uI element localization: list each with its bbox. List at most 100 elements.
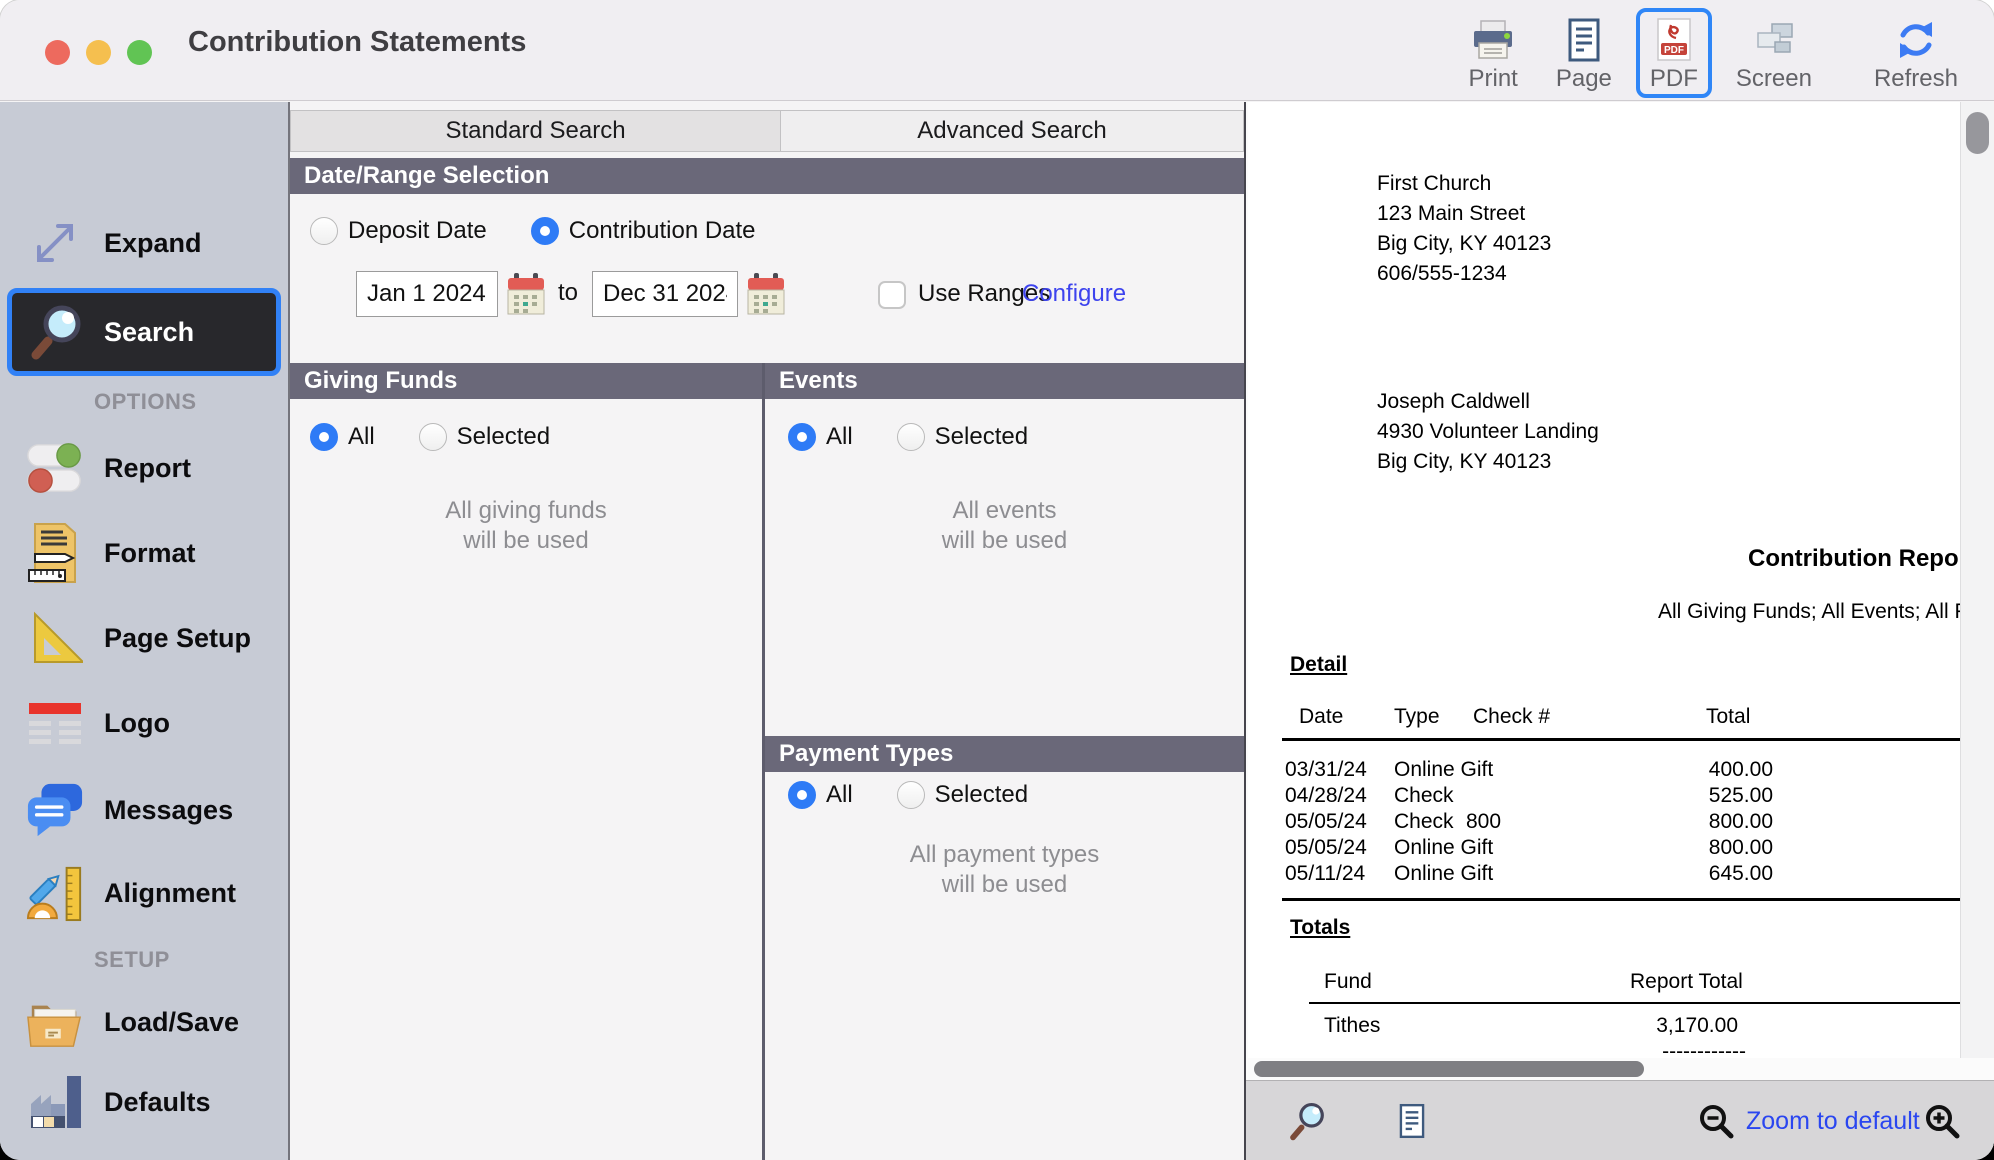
- sidebar-item-label: Messages: [104, 794, 234, 825]
- col-total: Total: [1706, 705, 1751, 728]
- fullscreen-button[interactable]: [127, 40, 152, 65]
- col-type: Type: [1394, 705, 1440, 728]
- sidebar-item-expand[interactable]: Expand: [0, 211, 288, 275]
- refresh-label: Refresh: [1873, 65, 1958, 92]
- sidebar-item-label: Search: [104, 316, 195, 347]
- sidebar-item-label: Page Setup: [104, 622, 252, 653]
- pdf-button[interactable]: PDF PDF: [1635, 8, 1712, 98]
- church-city: Big City, KY 40123: [1377, 232, 1552, 255]
- document-pencil-icon: [26, 523, 84, 583]
- sidebar-item-logo[interactable]: Logo: [0, 691, 288, 755]
- detail-heading: Detail: [1290, 653, 1348, 676]
- deposit-date-radio[interactable]: [310, 217, 338, 245]
- page-label: Page: [1555, 65, 1612, 92]
- report-page: First Church 123 Main Street Big City, K…: [1248, 102, 1960, 1058]
- zoom-out-icon[interactable]: [1694, 1099, 1738, 1143]
- sidebar-item-load-save[interactable]: Load/Save: [0, 990, 288, 1054]
- payment-types-selected-radio[interactable]: [896, 781, 925, 809]
- refresh-icon: [1892, 16, 1940, 64]
- page-title: Contribution Statements: [188, 26, 527, 58]
- payment-types-section-header: Payment Types: [765, 736, 1244, 772]
- close-button[interactable]: [45, 40, 70, 65]
- sidebar-item-search[interactable]: Search: [7, 288, 281, 376]
- giving-funds-all-radio[interactable]: [310, 423, 338, 451]
- detail-bottom-rule: [1282, 898, 1960, 901]
- screen-label: Screen: [1735, 65, 1812, 92]
- detail-header-rule: [1282, 738, 1960, 741]
- chat-bubbles-icon: [26, 781, 84, 839]
- folder-icon: [26, 993, 84, 1051]
- to-date-input[interactable]: [592, 271, 738, 317]
- magnifier-icon: [28, 303, 86, 361]
- page-view-icon[interactable]: [1390, 1099, 1434, 1143]
- giving-funds-all-label: All: [348, 423, 375, 450]
- sidebar-item-label: Load/Save: [104, 1006, 240, 1037]
- print-button[interactable]: Print: [1454, 8, 1531, 98]
- contribution-statements-window: Contribution Statements Print Page PDF P…: [0, 0, 1994, 1160]
- sidebar-item-alignment[interactable]: Alignment: [0, 861, 288, 925]
- sidebar-item-report[interactable]: Report: [0, 436, 288, 500]
- tab-bar: Standard Search Advanced Search: [290, 110, 1244, 152]
- sidebar-item-label: Defaults: [104, 1086, 211, 1117]
- payment-types-all-label: All: [826, 781, 853, 808]
- totals-col-fund: Fund: [1324, 970, 1372, 993]
- date-range-section-header: Date/Range Selection: [290, 158, 1244, 194]
- col-check: Check #: [1473, 705, 1551, 728]
- refresh-button[interactable]: Refresh: [1860, 8, 1972, 98]
- page-icon: [1560, 16, 1608, 64]
- expand-arrows-icon: [26, 214, 84, 272]
- contribution-date-radio[interactable]: [530, 217, 559, 245]
- events-all-radio[interactable]: [788, 423, 816, 451]
- magnifier-tool-icon[interactable]: [1286, 1099, 1330, 1143]
- church-name: First Church: [1377, 172, 1492, 195]
- payment-types-all-radio[interactable]: [788, 781, 816, 809]
- sidebar-item-label: Alignment: [104, 877, 236, 908]
- vertical-scrollbar[interactable]: [1960, 102, 1994, 1058]
- zoom-to-default-link[interactable]: Zoom to default: [1746, 1107, 1920, 1136]
- minimize-button[interactable]: [86, 40, 111, 65]
- totals-header-rule: [1309, 1002, 1960, 1004]
- payment-types-helper-text: All payment types will be used: [909, 841, 1100, 898]
- page-button[interactable]: Page: [1542, 8, 1626, 98]
- sidebar-item-messages[interactable]: Messages: [0, 778, 288, 842]
- set-square-icon: [26, 609, 84, 667]
- giving-funds-section-header: Giving Funds: [290, 363, 762, 399]
- search-panel: Standard Search Advanced Search Date/Ran…: [290, 102, 1244, 1160]
- totals-col-total: Report Total: [1630, 970, 1743, 993]
- vertical-scrollbar-thumb[interactable]: [1966, 112, 1989, 154]
- tab-standard-search[interactable]: Standard Search: [290, 110, 780, 152]
- events-helper-text: All events will be used: [941, 497, 1068, 554]
- horizontal-scrollbar-thumb[interactable]: [1254, 1061, 1644, 1077]
- payment-types-selected-label: Selected: [934, 781, 1029, 808]
- giving-funds-selected-label: Selected: [456, 423, 551, 450]
- sidebar: Expand Search OPTIONS Report Format Page…: [0, 102, 290, 1160]
- title-bar: Contribution Statements Print Page PDF P…: [0, 0, 1994, 101]
- print-label: Print: [1468, 65, 1518, 92]
- tab-advanced-search[interactable]: Advanced Search: [780, 110, 1244, 152]
- use-ranges-checkbox[interactable]: [878, 281, 906, 309]
- giving-funds-helper-text: All giving funds will be used: [445, 497, 607, 554]
- sidebar-item-page-setup[interactable]: Page Setup: [0, 606, 288, 670]
- to-calendar-icon[interactable]: [746, 272, 786, 316]
- giving-funds-selected-radio[interactable]: [418, 423, 447, 451]
- screenshot: Contribution Statements Print Page PDF P…: [0, 0, 1994, 1160]
- sidebar-item-format[interactable]: Format: [0, 521, 288, 585]
- screen-button[interactable]: Screen: [1722, 8, 1826, 98]
- sidebar-item-label: Report: [104, 452, 191, 483]
- church-phone: 606/555-1234: [1377, 262, 1507, 285]
- logo-placeholder-icon: [26, 694, 84, 752]
- to-label: to: [558, 279, 579, 306]
- date-range-row: to Use Ranges Configure: [290, 270, 1244, 318]
- events-all-label: All: [826, 423, 853, 450]
- zoom-in-icon[interactable]: [1920, 1099, 1964, 1143]
- sidebar-item-defaults[interactable]: Defaults: [0, 1070, 288, 1134]
- configure-link[interactable]: Configure: [1022, 280, 1126, 308]
- from-calendar-icon[interactable]: [506, 272, 546, 316]
- totals-heading: Totals: [1290, 916, 1351, 939]
- church-street: 123 Main Street: [1377, 202, 1526, 225]
- events-selected-radio[interactable]: [896, 423, 925, 451]
- events-radio-group: All Selected: [788, 422, 1028, 452]
- from-date-input[interactable]: [356, 271, 498, 317]
- date-type-radio-group: Deposit Date Contribution Date: [310, 214, 756, 248]
- horizontal-scrollbar[interactable]: [1248, 1058, 1994, 1080]
